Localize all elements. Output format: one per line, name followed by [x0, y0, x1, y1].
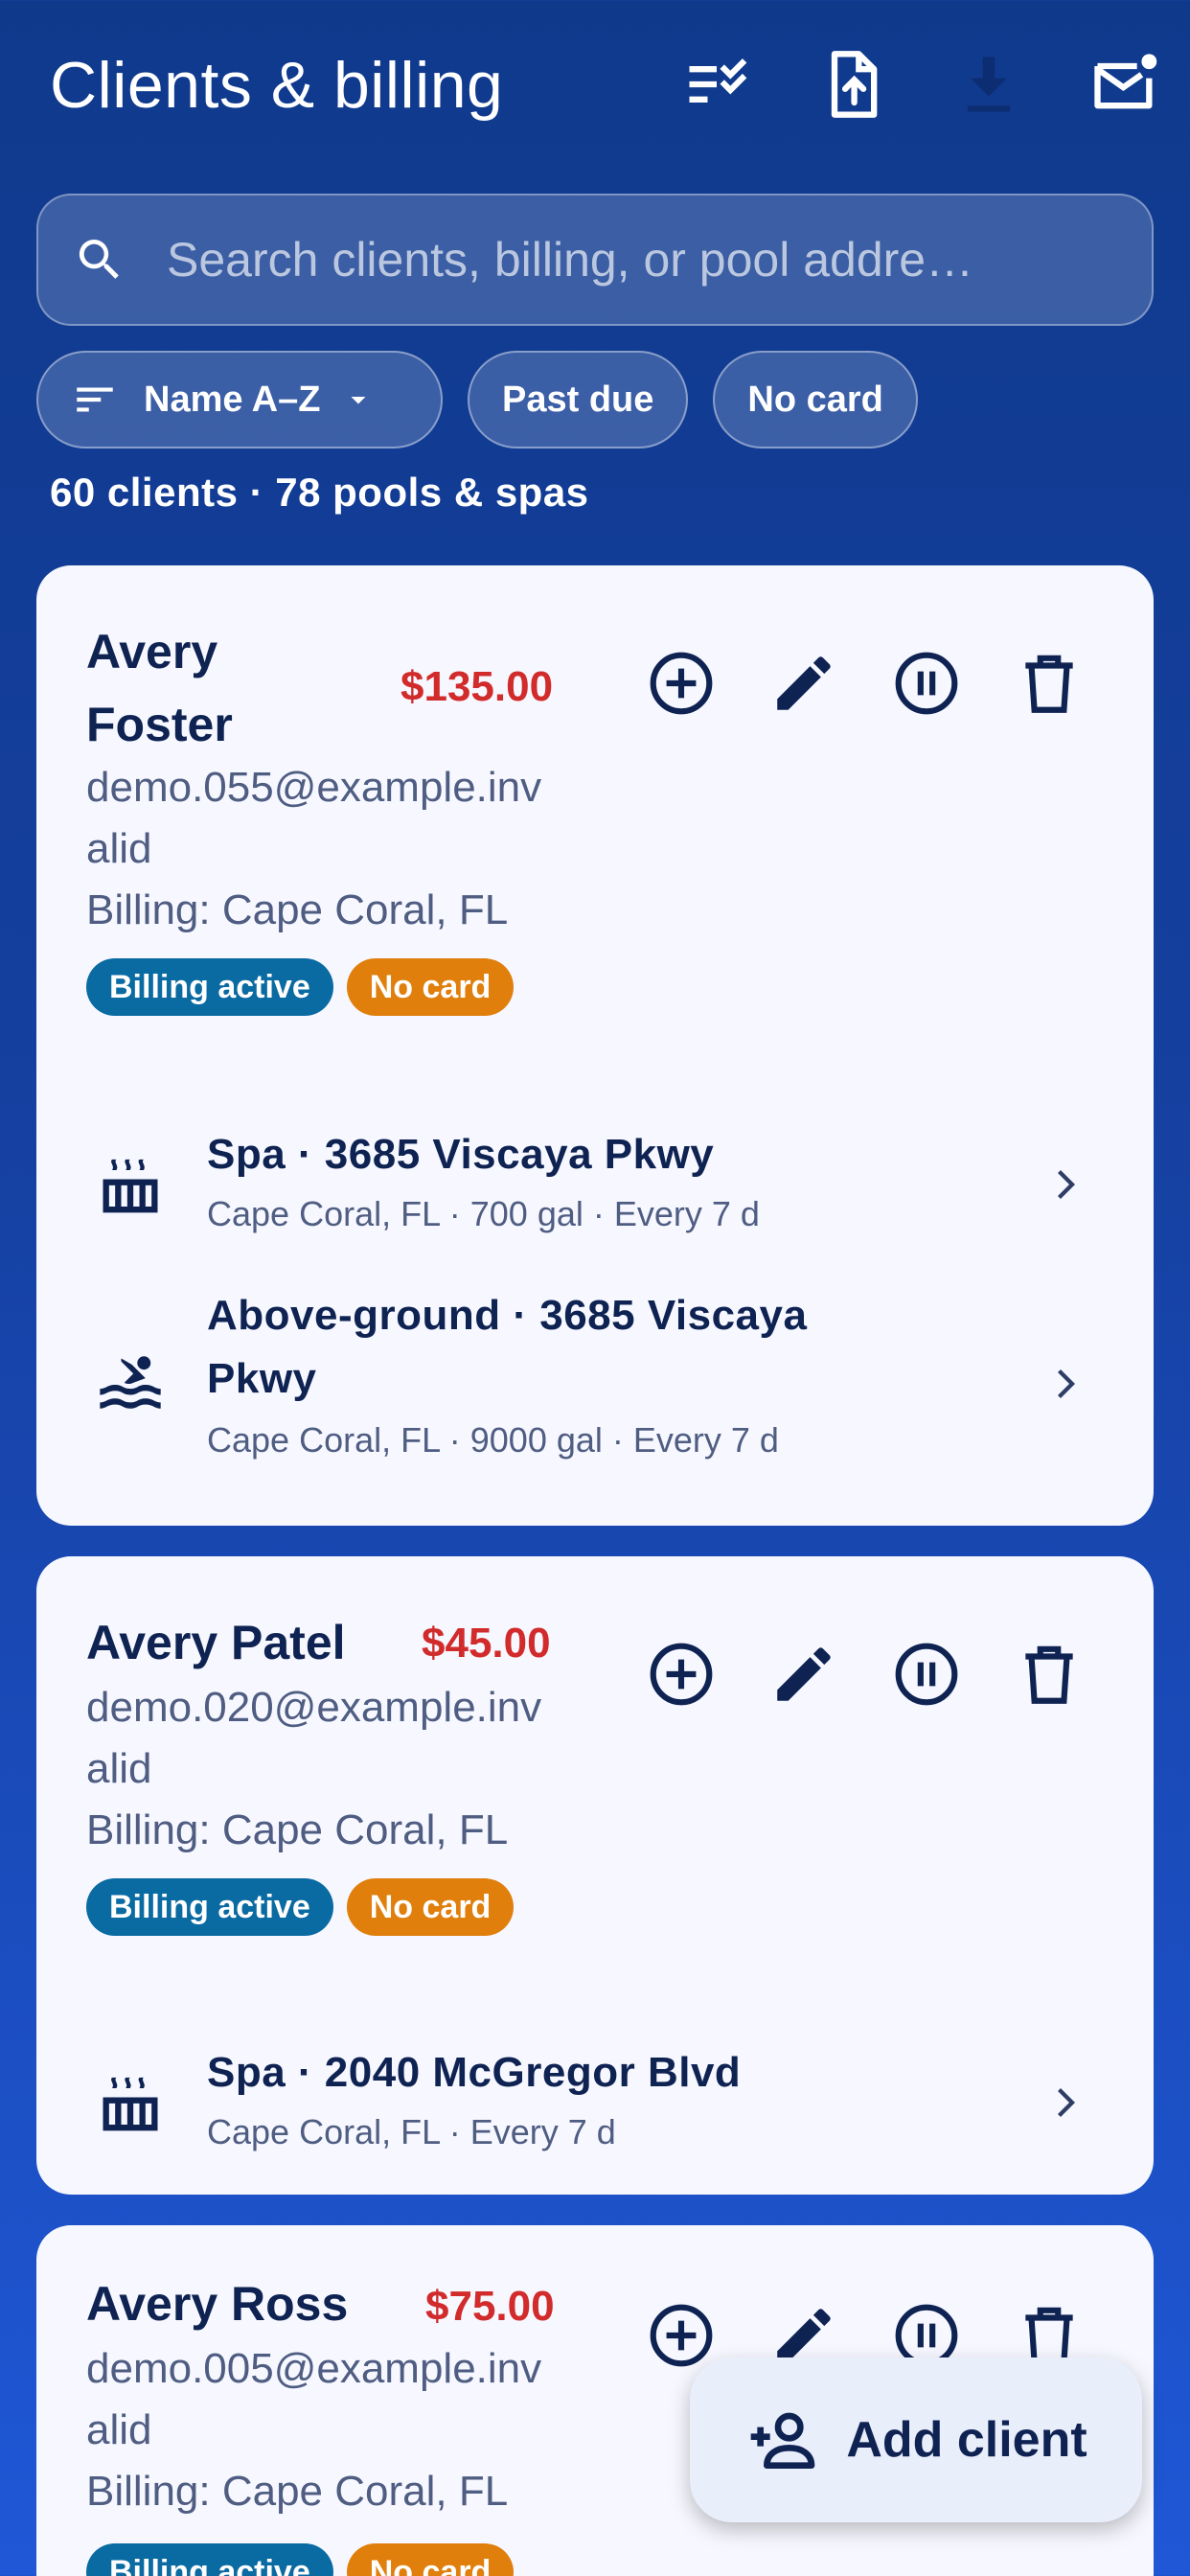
add-circle-icon	[650, 652, 713, 715]
mail-notification-icon	[1094, 54, 1157, 109]
status-badge: Billing active	[86, 2543, 333, 2576]
bulk-select-button[interactable]	[678, 46, 755, 123]
billing-location: Billing: Cape Coral, FL	[86, 2468, 509, 2515]
status-badge: No card	[346, 958, 515, 1016]
pool-title-line: Above-ground · 3685 Viscaya	[207, 1292, 808, 1339]
trash-icon	[1025, 655, 1073, 713]
balance-amount: $135.00	[400, 663, 554, 710]
status-badges: Billing active No card	[86, 2543, 515, 2576]
pause-billing-button[interactable]	[887, 1635, 966, 1714]
export-file-button[interactable]	[814, 46, 891, 123]
trash-icon	[1025, 1645, 1073, 1704]
hot-tub-icon	[103, 2077, 158, 2131]
client-actions	[642, 644, 1088, 723]
email-line: alid	[86, 825, 152, 872]
filter-chip-past-due[interactable]: Past due	[468, 351, 689, 448]
chevron-right-icon	[1058, 2088, 1075, 2117]
download-button[interactable]	[950, 46, 1027, 123]
messages-button[interactable]	[1087, 46, 1163, 123]
search-icon	[79, 240, 119, 279]
add-pool-button[interactable]	[642, 1635, 721, 1714]
pool-title: Spa · 2040 McGregor Blvd	[207, 2049, 742, 2096]
status-badges: Billing active No card	[86, 958, 515, 1016]
chevron-right-icon	[1058, 1369, 1075, 1398]
client-actions	[642, 1635, 1088, 1714]
pool-details: Cape Coral, FL · 700 gal · Every 7 d	[207, 1194, 760, 1233]
status-badge: No card	[346, 2543, 515, 2576]
pause-circle-icon	[895, 652, 958, 715]
email-line: demo.005@example.inv	[86, 2345, 542, 2392]
pool-title: Spa · 3685 Viscaya Pkwy	[207, 1131, 715, 1178]
delete-client-button[interactable]	[1010, 644, 1088, 723]
add-person-icon	[750, 2412, 815, 2469]
client-name-line: Foster	[86, 698, 233, 751]
add-client-button[interactable]: Add client	[690, 2358, 1142, 2522]
pool-icon	[100, 1356, 161, 1409]
sort-icon	[77, 387, 113, 412]
pencil-icon	[777, 1647, 831, 1701]
pause-billing-button[interactable]	[887, 644, 966, 723]
filter-chips: Name A–Z Past due No card	[36, 351, 918, 448]
add-client-label: Add client	[846, 2412, 1087, 2468]
email-line: demo.020@example.inv	[86, 1684, 542, 1731]
chevron-right-icon	[1058, 1170, 1075, 1199]
chevron-down-icon	[351, 397, 366, 404]
sort-label: Name A–Z	[144, 379, 321, 420]
status-badges: Billing active No card	[86, 1878, 515, 1936]
hot-tub-icon	[103, 1159, 158, 1213]
email-line: demo.055@example.inv	[86, 764, 542, 811]
balance-amount: $75.00	[425, 2283, 555, 2330]
client-name: Avery Ross	[86, 2277, 349, 2331]
search-input[interactable]	[167, 232, 1106, 288]
email-line: alid	[86, 1745, 152, 1792]
status-badge: No card	[346, 1878, 515, 1936]
upload-file-icon	[831, 51, 878, 118]
pool-title-line: Pkwy	[207, 1355, 317, 1402]
client-name: Avery Foster	[86, 615, 233, 761]
pencil-icon	[777, 656, 831, 710]
edit-client-button[interactable]	[765, 1635, 843, 1714]
header-actions	[678, 46, 1163, 123]
client-name-line: Avery	[86, 625, 218, 678]
pool-title: Above-ground · 3685 Viscaya Pkwy	[207, 1284, 807, 1411]
page-title: Clients & billing	[50, 49, 504, 122]
billing-location: Billing: Cape Coral, FL	[86, 886, 509, 933]
checklist-icon	[689, 58, 747, 103]
pool-row[interactable]: Spa · 3685 Viscaya Pkwy Cape Coral, FL ·…	[36, 1102, 1154, 1255]
filter-chip-no-card[interactable]: No card	[713, 351, 918, 448]
sort-dropdown[interactable]: Name A–Z	[36, 351, 443, 448]
pool-row[interactable]: Above-ground · 3685 Viscaya Pkwy Cape Co…	[36, 1284, 1154, 1505]
pool-details: Cape Coral, FL · Every 7 d	[207, 2112, 616, 2151]
add-pool-button[interactable]	[642, 644, 721, 723]
client-card[interactable]: Avery Patel $45.00 demo.020@example.inv …	[36, 1556, 1154, 2195]
search-bar[interactable]	[36, 194, 1154, 326]
pool-row[interactable]: Spa · 2040 McGregor Blvd Cape Coral, FL …	[36, 2020, 1154, 2174]
balance-amount: $45.00	[422, 1620, 551, 1667]
download-icon	[967, 57, 1011, 112]
status-badge: Billing active	[86, 1878, 333, 1936]
status-badge: Billing active	[86, 958, 333, 1016]
pause-circle-icon	[895, 1643, 958, 1706]
client-card[interactable]: Avery Foster $135.00 demo.055@example.in…	[36, 565, 1154, 1526]
client-email: demo.020@example.inv alid	[86, 1677, 541, 1800]
app-bar: Clients & billing	[0, 0, 1190, 172]
email-line: alid	[86, 2406, 152, 2453]
client-email: demo.055@example.inv alid	[86, 757, 541, 880]
client-count-summary: 60 clients · 78 pools & spas	[50, 470, 589, 515]
add-circle-icon	[650, 2304, 713, 2367]
add-circle-icon	[650, 1643, 713, 1706]
delete-client-button[interactable]	[1010, 1635, 1088, 1714]
billing-location: Billing: Cape Coral, FL	[86, 1806, 509, 1853]
client-email: demo.005@example.inv alid	[86, 2338, 541, 2461]
pool-details: Cape Coral, FL · 9000 gal · Every 7 d	[207, 1420, 779, 1460]
client-name: Avery Patel	[86, 1616, 346, 1669]
edit-client-button[interactable]	[765, 644, 843, 723]
